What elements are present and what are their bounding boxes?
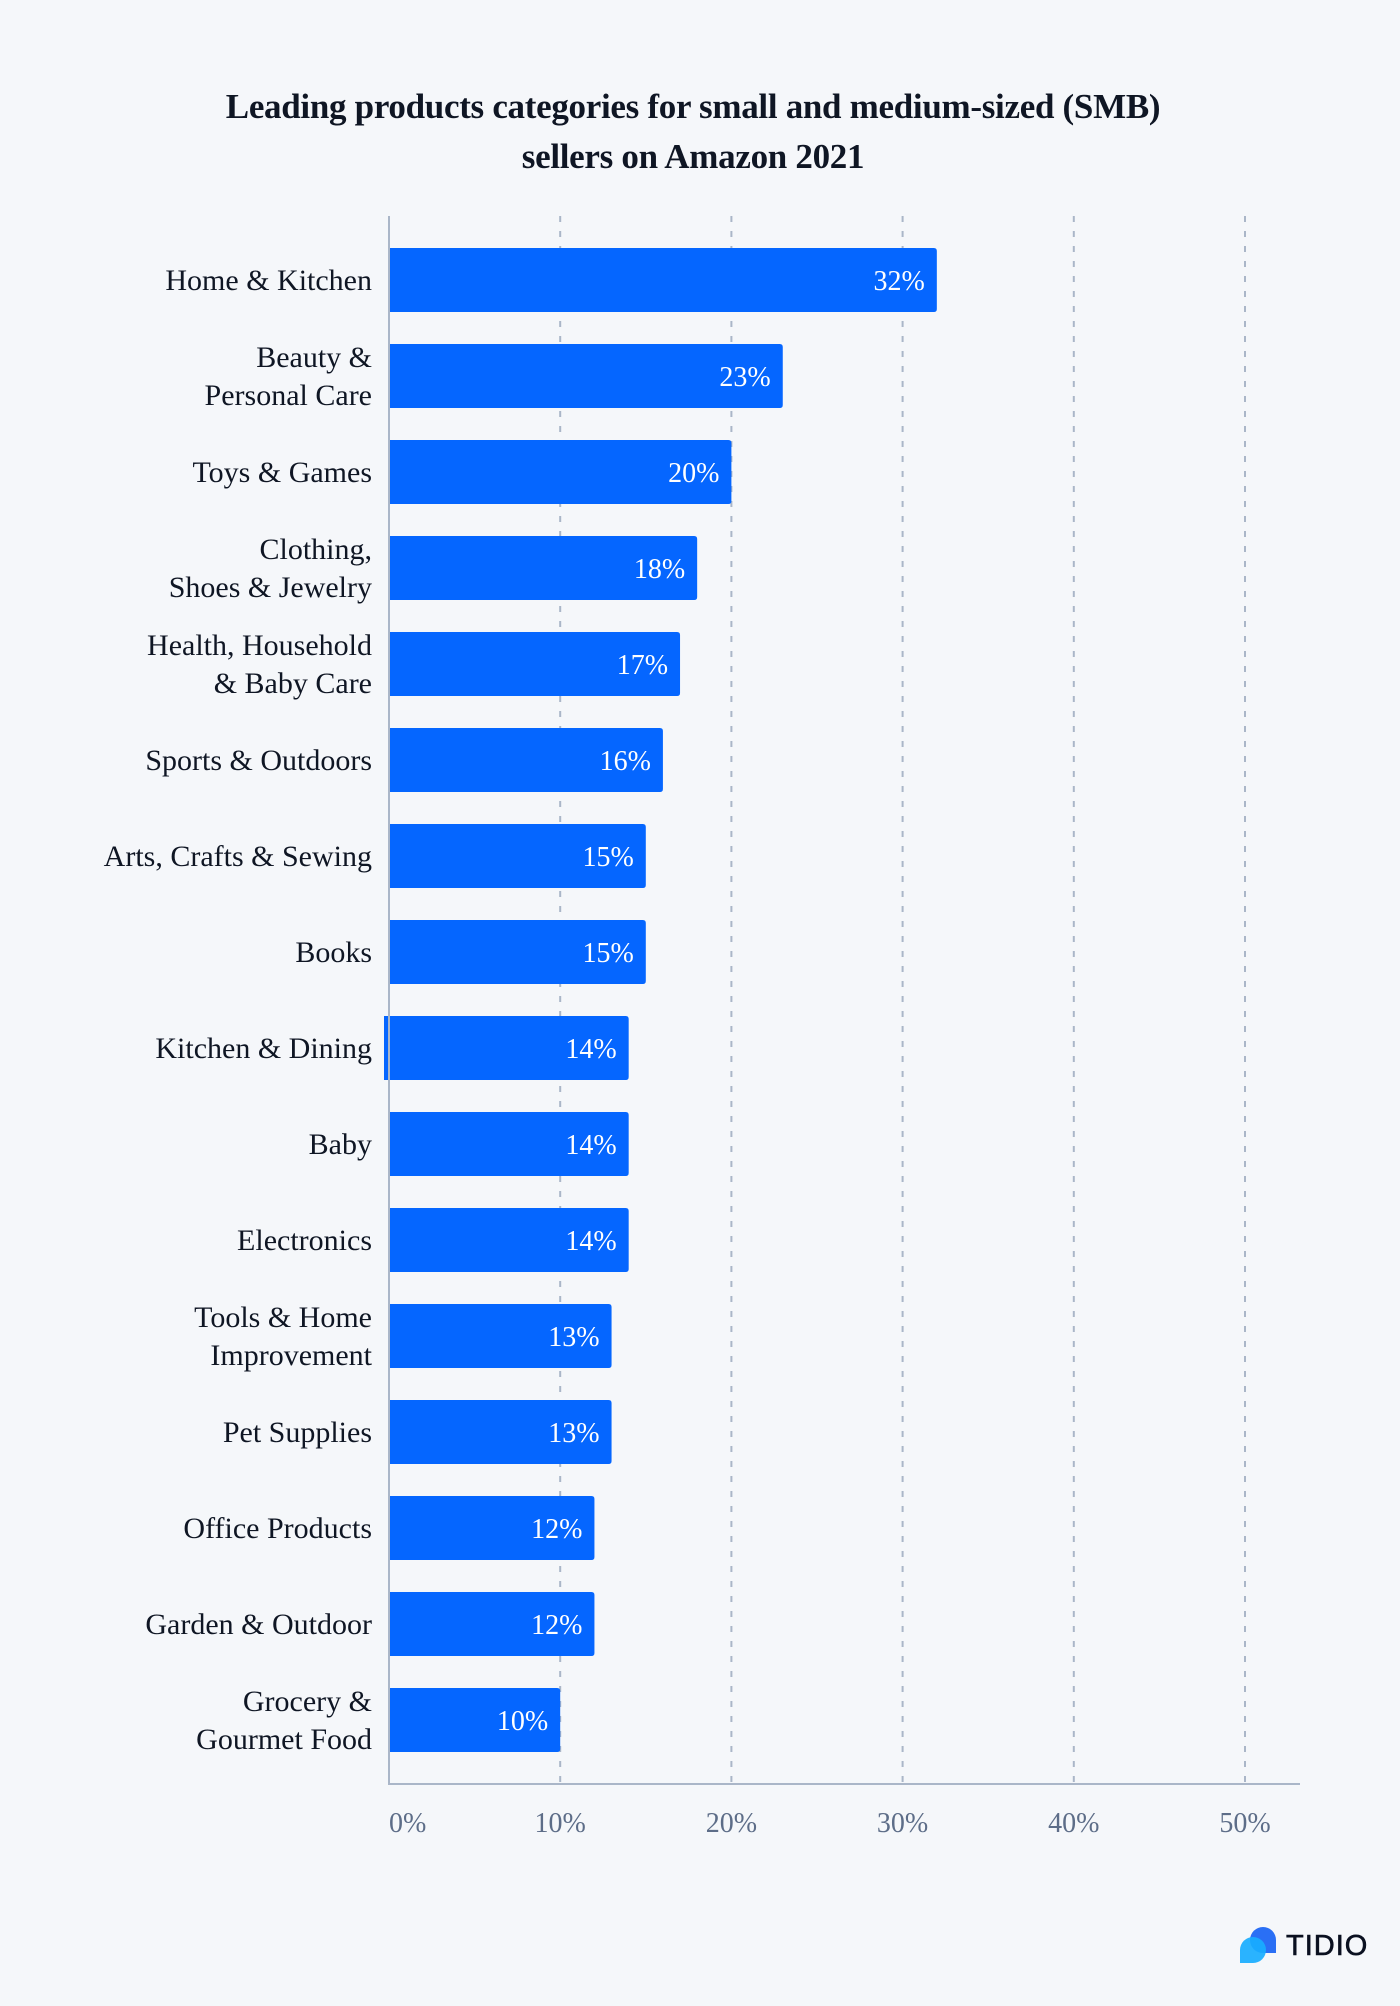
bar-value-label: 14% [565, 1034, 616, 1065]
bar-value-label: 13% [548, 1418, 599, 1449]
category-label-line: Gourmet Food [196, 1723, 372, 1756]
x-tick-label: 0% [389, 1808, 426, 1839]
category-label: Electronics [237, 1224, 372, 1257]
tidio-logo: TIDIO [1238, 1924, 1368, 1968]
category-label-line: Grocery & [243, 1685, 372, 1718]
category-label: Office Products [183, 1512, 372, 1545]
category-label: Pet Supplies [223, 1416, 372, 1449]
bar-value-label: 23% [719, 362, 770, 393]
bar-value-label: 16% [600, 746, 651, 777]
x-tick-label: 20% [706, 1808, 757, 1839]
category-label-line: Health, Household [147, 629, 372, 662]
x-tick-labels: 0% 10% 20% 30% 40% 50% [389, 1808, 1271, 1839]
x-tick-label: 30% [877, 1808, 928, 1839]
category-label-line: Personal Care [205, 379, 372, 412]
bar-chart: Home & Kitchen Beauty & Personal Care Toys … [104, 216, 1300, 1839]
bar-value-label: 12% [531, 1514, 582, 1545]
category-label-line: Arts, Crafts & Sewing [104, 840, 372, 873]
category-labels: Home & Kitchen Beauty & Personal Care Toys … [104, 264, 373, 1756]
category-label: Books [295, 936, 372, 969]
bar-value-label: 20% [668, 458, 719, 489]
logo-text: TIDIO [1286, 1929, 1369, 1962]
bar-value-label: 18% [634, 554, 685, 585]
category-label-line: Sports & Outdoors [145, 744, 372, 777]
category-label: Home & Kitchen [165, 264, 372, 297]
category-label-line: Pet Supplies [223, 1416, 372, 1449]
category-label-line: Garden & Outdoor [145, 1608, 372, 1641]
bar-value-label: 13% [548, 1322, 599, 1353]
bar-value-label: 10% [497, 1706, 548, 1737]
category-label: Health, Household & Baby Care [147, 629, 372, 700]
category-label: Clothing, Shoes & Jewelry [169, 533, 372, 604]
category-label-line: Baby [309, 1128, 372, 1161]
category-label: Garden & Outdoor [145, 1608, 372, 1641]
x-tick-label: 50% [1219, 1808, 1270, 1839]
x-tick-label: 10% [535, 1808, 586, 1839]
bar-value-label: 32% [874, 266, 925, 297]
category-label: Beauty & Personal Care [205, 341, 372, 412]
category-label-line: Books [295, 936, 372, 969]
category-label: Sports & Outdoors [145, 744, 372, 777]
bar [389, 248, 937, 312]
category-label-line: Improvement [210, 1339, 372, 1372]
category-label: Grocery & Gourmet Food [196, 1685, 372, 1756]
bar-value-label: 14% [565, 1130, 616, 1161]
category-label: Tools & Home Improvement [194, 1301, 373, 1372]
tidio-chat-bubbles-icon [1238, 1924, 1278, 1969]
category-label-line: Office Products [183, 1512, 372, 1545]
bar-value-label: 15% [582, 842, 633, 873]
category-label-line: Beauty & [256, 341, 372, 374]
bar-value-label: 12% [531, 1610, 582, 1641]
category-label-line: Electronics [237, 1224, 372, 1257]
category-label-line: Tools & Home [194, 1301, 372, 1334]
category-label-line: & Baby Care [214, 667, 372, 700]
category-label-line: Clothing, [259, 533, 372, 566]
bar-value-label: 15% [582, 938, 633, 969]
category-label: Arts, Crafts & Sewing [104, 840, 372, 873]
x-tick-label: 40% [1048, 1808, 1099, 1839]
category-label-line: Toys & Games [192, 456, 372, 489]
category-label-line: Kitchen & Dining [155, 1032, 372, 1065]
category-label-line: Shoes & Jewelry [169, 571, 372, 604]
bars [384, 248, 937, 1752]
bar-value-label: 14% [565, 1226, 616, 1257]
category-label: Kitchen & Dining [155, 1032, 372, 1065]
bar-value-label: 17% [617, 650, 668, 681]
category-label: Toys & Games [192, 456, 372, 489]
category-label: Baby [309, 1128, 372, 1161]
category-label-line: Home & Kitchen [165, 264, 372, 297]
